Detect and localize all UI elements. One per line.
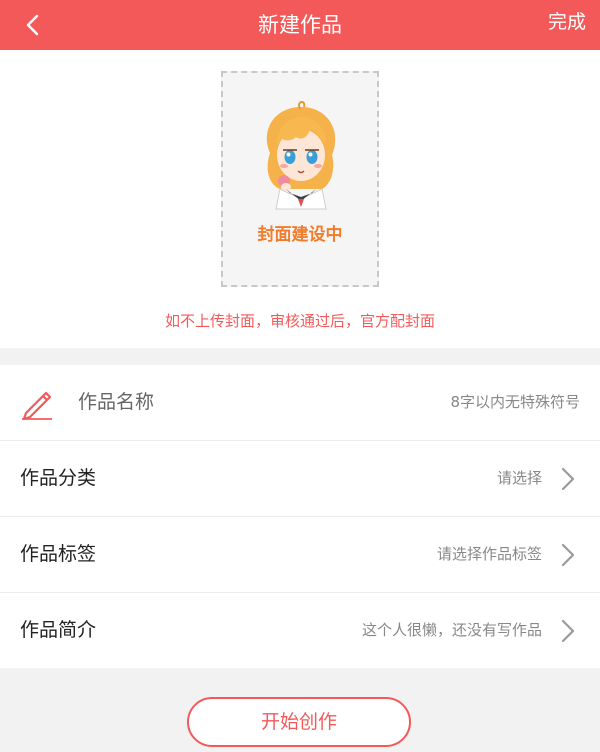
- work-tags-row[interactable]: 作品标签 请选择作品标签: [0, 517, 600, 593]
- work-category-label: 作品分类: [20, 467, 97, 489]
- mascot-illustration: [266, 101, 336, 210]
- work-intro-row[interactable]: 作品简介 这个人很懒，还没有写作品: [0, 593, 600, 668]
- work-intro-label: 作品简介: [20, 619, 97, 641]
- cover-status-label: 封面建设中: [257, 225, 343, 245]
- top-bar: 新建作品 完成: [0, 0, 600, 50]
- work-name-input[interactable]: [240, 365, 580, 440]
- pencil-icon: [22, 391, 52, 421]
- chevron-right-icon: [561, 467, 575, 491]
- chevron-right-icon: [561, 543, 575, 567]
- work-category-value: 请选择: [496, 469, 542, 487]
- start-creating-button[interactable]: 开始创作: [187, 697, 411, 747]
- page-title: 新建作品: [258, 13, 342, 37]
- work-info-form: 作品名称 作品分类 请选择 作品标签 请选择作品标签 作品简介 这个人很懒，还没…: [0, 365, 600, 668]
- work-tags-value: 请选择作品标签: [436, 545, 542, 563]
- cover-hint-text: 如不上传封面，审核通过后，官方配封面: [164, 312, 435, 330]
- work-name-label: 作品名称: [78, 391, 155, 413]
- cover-upload-box[interactable]: 封面建设中: [221, 71, 379, 287]
- work-tags-label: 作品标签: [20, 543, 97, 565]
- done-button[interactable]: 完成: [548, 0, 586, 50]
- work-name-row[interactable]: 作品名称: [0, 365, 600, 441]
- work-category-row[interactable]: 作品分类 请选择: [0, 441, 600, 517]
- cover-section: 封面建设中 如不上传封面，审核通过后，官方配封面: [0, 50, 600, 348]
- chevron-right-icon: [561, 619, 575, 643]
- work-intro-value: 这个人很懒，还没有写作品: [361, 621, 542, 639]
